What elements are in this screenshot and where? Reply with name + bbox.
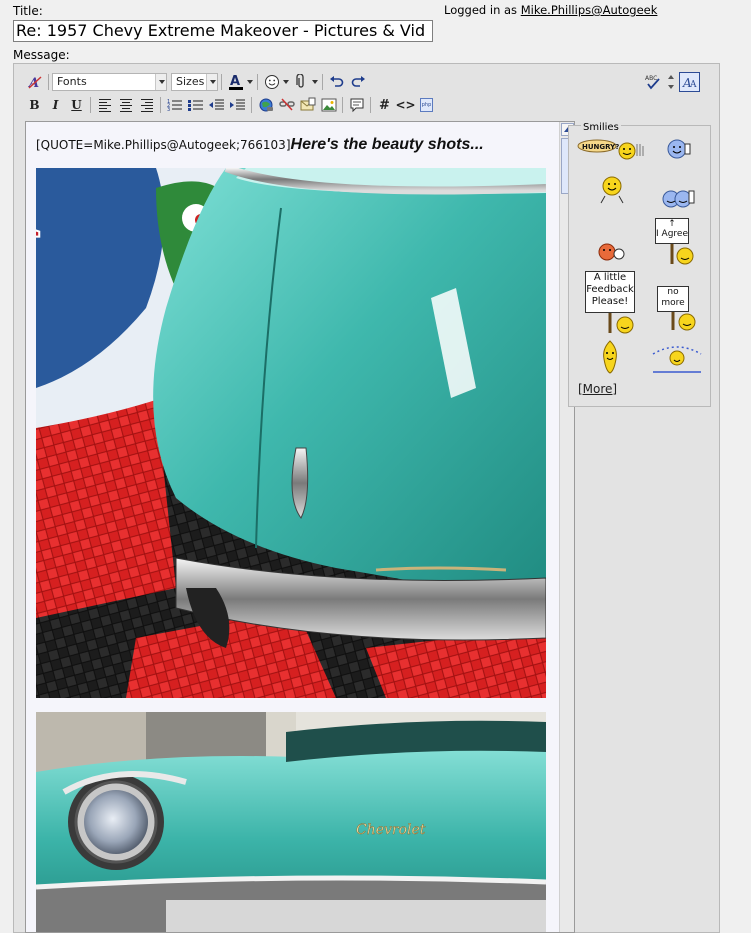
toolbar-row-1: A Fonts Sizes A: [24, 72, 368, 92]
php-glyph: php: [420, 98, 433, 112]
remove-format-icon[interactable]: A: [24, 72, 45, 92]
banana-smiley[interactable]: [599, 339, 621, 378]
toolbar-separator: [322, 74, 323, 90]
shy-smiley[interactable]: [597, 242, 625, 265]
quote-line: [QUOTE=Mike.Phillips@Autogeek;766103]Her…: [36, 136, 484, 154]
chevron-down-icon: [206, 74, 217, 90]
attachment-dropdown[interactable]: [311, 72, 319, 92]
i-agree-smiley[interactable]: ↑ I Agree: [655, 218, 701, 271]
dancing-smiley[interactable]: [599, 176, 625, 207]
car-front-photo: Chevrolet: [36, 712, 546, 932]
align-center-icon[interactable]: [115, 95, 136, 115]
font-select-value: Fonts: [57, 75, 87, 88]
smilies-panel: Smilies HUNGRY? ↑ I Agree A little Feedb…: [568, 122, 711, 407]
smilies-title: Smilies: [581, 122, 621, 133]
spell-check-icon[interactable]: ABC: [642, 72, 663, 92]
hungry-label: HUNGRY?: [582, 143, 619, 151]
message-editor: A Fonts Sizes A: [13, 63, 720, 933]
attachment-icon[interactable]: [290, 72, 311, 92]
toolbar-separator: [370, 97, 371, 113]
insert-image-icon[interactable]: [318, 95, 339, 115]
toolbar-separator: [342, 97, 343, 113]
ordered-list-icon[interactable]: 123: [164, 95, 185, 115]
logged-in-prefix: Logged in as: [444, 3, 521, 17]
remove-link-icon[interactable]: [276, 95, 297, 115]
smilies-more: [More]: [578, 382, 617, 396]
unordered-list-icon[interactable]: [185, 95, 206, 115]
agree-label: I Agree: [656, 229, 688, 239]
no-more-smiley[interactable]: no more: [657, 286, 703, 337]
chevrolet-badge-text: Chevrolet: [356, 822, 426, 838]
car-hood-photo: utogeek.net: [36, 168, 546, 698]
title-label: Title:: [13, 4, 43, 18]
insert-link-icon[interactable]: [255, 95, 276, 115]
no-more-label: no more: [661, 287, 685, 308]
underline-icon[interactable]: U: [66, 95, 87, 115]
smilie-icon[interactable]: [261, 72, 282, 92]
toolbar-separator: [90, 97, 91, 113]
toolbar-separator: [48, 74, 49, 90]
watermark-text: utogeek.net: [36, 168, 53, 244]
font-color-icon[interactable]: A: [225, 72, 246, 92]
chevron-down-icon: [155, 74, 166, 90]
wrap-html-icon[interactable]: <>: [395, 95, 416, 115]
outdent-icon[interactable]: [206, 95, 227, 115]
quote-text: Here's the beauty shots...: [290, 136, 484, 153]
align-left-icon[interactable]: [94, 95, 115, 115]
font-select[interactable]: Fonts: [52, 73, 167, 91]
title-input[interactable]: Re: 1957 Chevy Extreme Makeover - Pictur…: [13, 20, 433, 42]
toolbar-separator: [251, 97, 252, 113]
more-smilies-link[interactable]: [More]: [578, 382, 617, 396]
svg-text:A: A: [230, 74, 240, 89]
indent-icon[interactable]: [227, 95, 248, 115]
size-select[interactable]: Sizes: [171, 73, 218, 91]
align-right-icon[interactable]: [136, 95, 157, 115]
size-select-value: Sizes: [176, 75, 205, 88]
insert-email-icon[interactable]: [297, 95, 318, 115]
toolbar-row-2: B I U 123 # <> php: [24, 95, 437, 115]
logged-in-status: Logged in as Mike.Phillips@Autogeek: [444, 3, 657, 17]
thumbs-up-smiley[interactable]: [666, 138, 692, 163]
svg-text:A: A: [689, 80, 697, 90]
font-color-dropdown[interactable]: [246, 72, 254, 92]
svg-text:3: 3: [167, 107, 170, 112]
feedback-smiley[interactable]: A little Feedback Please!: [585, 271, 641, 338]
undo-icon[interactable]: [326, 72, 347, 92]
group-smiley[interactable]: [661, 188, 695, 213]
resize-icon[interactable]: [663, 72, 679, 92]
toolbar-separator: [160, 97, 161, 113]
feedback-label: A little Feedback Please!: [586, 272, 634, 307]
quote-tag: [QUOTE=Mike.Phillips@Autogeek;766103]: [36, 138, 291, 152]
logged-in-user-link[interactable]: Mike.Phillips@Autogeek: [521, 3, 658, 17]
insert-quote-icon[interactable]: [346, 95, 367, 115]
redo-icon[interactable]: [347, 72, 368, 92]
toolbar-separator: [257, 74, 258, 90]
bold-icon[interactable]: B: [24, 95, 45, 115]
wrap-php-icon[interactable]: php: [416, 95, 437, 115]
smilie-dropdown[interactable]: [282, 72, 290, 92]
wrap-code-icon[interactable]: #: [374, 95, 395, 115]
toolbar-separator: [221, 74, 222, 90]
svg-text:A: A: [27, 76, 39, 90]
italic-icon[interactable]: I: [45, 95, 66, 115]
toolbar-right: ABC AA: [642, 72, 700, 92]
hungry-smiley[interactable]: HUNGRY?: [577, 138, 647, 163]
svg-text:ABC: ABC: [645, 75, 657, 82]
switch-mode-icon[interactable]: AA: [679, 72, 700, 92]
jumping-rope-smiley[interactable]: [651, 344, 703, 377]
message-label: Message:: [13, 48, 70, 62]
message-textarea[interactable]: [QUOTE=Mike.Phillips@Autogeek;766103]Her…: [25, 121, 575, 933]
